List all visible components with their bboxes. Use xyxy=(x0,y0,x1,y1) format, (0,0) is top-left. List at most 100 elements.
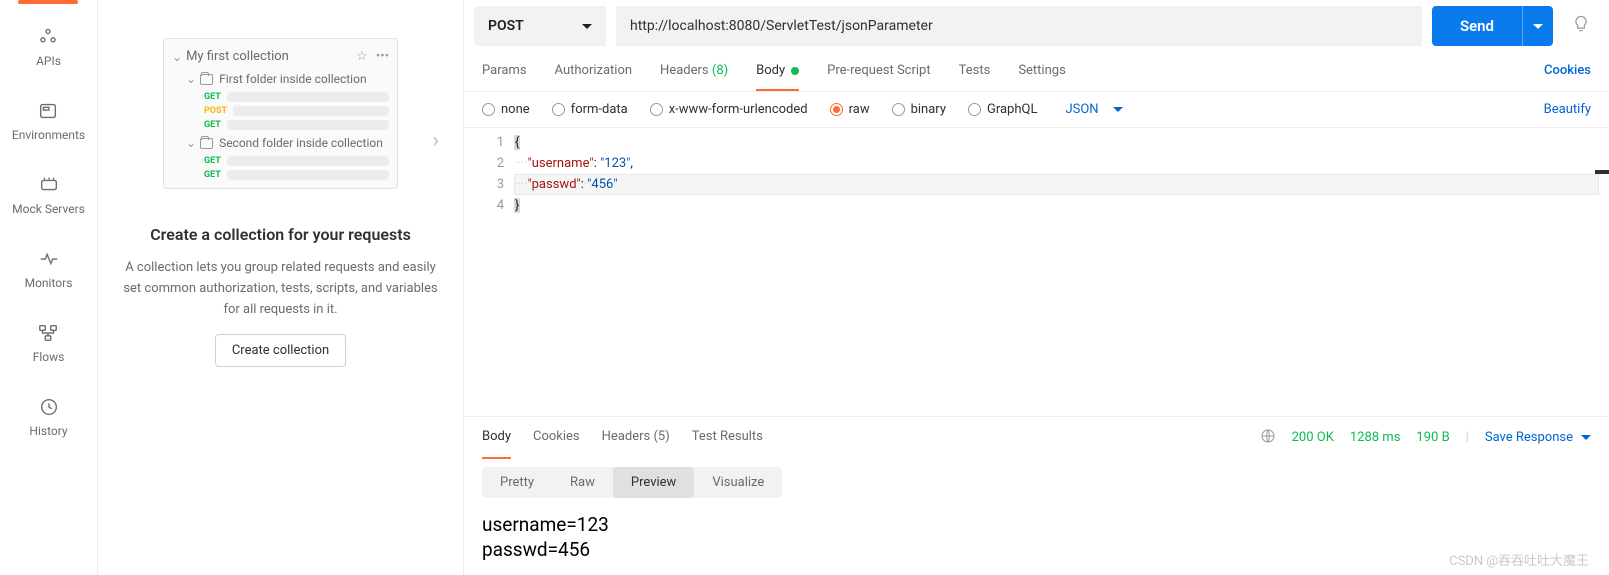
tab-authorization[interactable]: Authorization xyxy=(555,52,633,91)
chevron-right-icon[interactable]: › xyxy=(432,128,439,153)
folder-label: Second folder inside collection xyxy=(219,136,383,150)
tab-body[interactable]: Body xyxy=(756,52,799,91)
watermark: CSDN @吞吞吐吐大魔王 xyxy=(1449,550,1589,569)
tab-tests[interactable]: Tests xyxy=(959,52,991,91)
more-icon[interactable]: ••• xyxy=(376,49,389,64)
nav-monitors[interactable]: Monitors xyxy=(25,248,73,290)
headers-count: (8) xyxy=(712,63,728,78)
placeholder-bar xyxy=(227,156,389,166)
scroll-marker xyxy=(1595,170,1609,174)
response-size: 190 B xyxy=(1416,430,1449,445)
sidepanel: ⌄ My first collection ☆ ••• ⌄ First fold… xyxy=(98,0,463,575)
code-area[interactable]: { ····"username":·"123", ····"passwd":·"… xyxy=(514,132,1609,412)
collection-header[interactable]: ⌄ My first collection ☆ ••• xyxy=(164,45,397,68)
nav-history[interactable]: History xyxy=(29,396,67,438)
save-response-button[interactable]: Save Response xyxy=(1485,430,1591,445)
radio-none[interactable]: none xyxy=(482,102,530,117)
radio-icon xyxy=(968,103,981,116)
status-code: 200 OK xyxy=(1292,430,1334,445)
method-select[interactable]: POST xyxy=(474,6,606,46)
language-label: JSON xyxy=(1065,102,1098,117)
mock-servers-icon xyxy=(38,174,60,196)
radio-urlencoded[interactable]: x-www-form-urlencoded xyxy=(650,102,808,117)
radio-label: raw xyxy=(849,102,870,117)
resp-tab-testresults[interactable]: Test Results xyxy=(692,417,763,459)
radio-formdata[interactable]: form-data xyxy=(552,102,628,117)
nav-flows[interactable]: Flows xyxy=(33,322,65,364)
nav-label: Flows xyxy=(33,350,65,364)
tab-headers[interactable]: Headers (8) xyxy=(660,52,728,91)
main-panel: POST Send Params Authorization Headers (… xyxy=(463,0,1609,575)
request-placeholder[interactable]: GET xyxy=(164,168,397,182)
view-preview[interactable]: Preview xyxy=(613,467,694,498)
nav-label: Monitors xyxy=(25,276,73,290)
empty-state: Create a collection for your requests A … xyxy=(106,225,455,367)
left-nav: APIs Environments Mock Servers Monitors … xyxy=(0,0,98,575)
method-badge: GET xyxy=(204,156,221,166)
chevron-down-icon xyxy=(582,24,592,29)
placeholder-bar xyxy=(233,106,389,116)
request-bar: POST Send xyxy=(464,0,1609,52)
nav-mock-servers[interactable]: Mock Servers xyxy=(12,174,85,216)
nav-label: APIs xyxy=(36,54,61,68)
beautify-link[interactable]: Beautify xyxy=(1544,102,1591,117)
json-value: "123" xyxy=(600,156,630,171)
response-tabs: Body Cookies Headers (5) Test Results 20… xyxy=(464,417,1609,459)
tab-prerequest[interactable]: Pre-request Script xyxy=(827,52,930,91)
request-placeholder[interactable]: GET xyxy=(164,154,397,168)
response-preview: username=123 passwd=456 xyxy=(464,506,1609,575)
cookies-link[interactable]: Cookies xyxy=(1544,52,1591,91)
folder-label: First folder inside collection xyxy=(219,72,367,86)
resp-tab-headers[interactable]: Headers (5) xyxy=(602,417,670,459)
folder-row[interactable]: ⌄ Second folder inside collection xyxy=(164,132,397,154)
nav-environments[interactable]: Environments xyxy=(12,100,85,142)
resp-tab-body[interactable]: Body xyxy=(482,417,511,459)
radio-binary[interactable]: binary xyxy=(892,102,946,117)
folder-icon xyxy=(200,138,213,149)
chevron-down-icon xyxy=(1113,107,1123,112)
resp-tab-cookies[interactable]: Cookies xyxy=(533,417,580,459)
radio-icon xyxy=(892,103,905,116)
method-badge: POST xyxy=(204,106,227,116)
view-visualize[interactable]: Visualize xyxy=(694,467,782,498)
url-input[interactable] xyxy=(616,6,1422,46)
send-button[interactable]: Send xyxy=(1432,6,1553,46)
language-select[interactable]: JSON xyxy=(1065,102,1122,117)
folder-row[interactable]: ⌄ First folder inside collection xyxy=(164,68,397,90)
placeholder-bar xyxy=(227,120,389,130)
tips-icon[interactable] xyxy=(1571,14,1591,38)
radio-graphql[interactable]: GraphQL xyxy=(968,102,1037,117)
chevron-down-icon: ⌄ xyxy=(172,50,182,64)
apis-icon xyxy=(37,26,59,48)
preview-line: username=123 xyxy=(482,512,1591,538)
monitors-icon xyxy=(38,248,60,270)
star-icon[interactable]: ☆ xyxy=(356,49,368,64)
preview-line: passwd=456 xyxy=(482,537,1591,563)
view-pretty[interactable]: Pretty xyxy=(482,467,552,498)
radio-raw[interactable]: raw xyxy=(830,102,870,117)
body-editor[interactable]: 1 2 3 4 { ····"username":·"123", ····"pa… xyxy=(464,128,1609,416)
globe-icon[interactable] xyxy=(1260,428,1276,448)
request-placeholder[interactable]: POST xyxy=(164,104,397,118)
response-status: 200 OK 1288 ms 190 B | Save Response xyxy=(1260,428,1591,448)
request-placeholder[interactable]: GET xyxy=(164,118,397,132)
nav-label: Mock Servers xyxy=(12,202,85,216)
history-icon xyxy=(38,396,60,418)
radio-icon xyxy=(830,103,843,116)
request-placeholder[interactable]: GET xyxy=(164,90,397,104)
brace: { xyxy=(514,135,520,150)
line-number: 2 xyxy=(464,153,504,174)
json-key: "username" xyxy=(528,156,594,171)
radio-label: binary xyxy=(911,102,946,117)
response-time: 1288 ms xyxy=(1350,430,1401,445)
send-label: Send xyxy=(1432,17,1522,35)
placeholder-bar xyxy=(227,92,389,102)
tab-params[interactable]: Params xyxy=(482,52,527,91)
json-key: "passwd" xyxy=(528,177,581,192)
tab-settings[interactable]: Settings xyxy=(1018,52,1065,91)
nav-apis[interactable]: APIs xyxy=(36,26,61,68)
create-collection-button[interactable]: Create collection xyxy=(215,334,346,367)
view-raw[interactable]: Raw xyxy=(552,467,613,498)
radio-icon xyxy=(650,103,663,116)
send-options-dropdown[interactable] xyxy=(1522,6,1553,46)
